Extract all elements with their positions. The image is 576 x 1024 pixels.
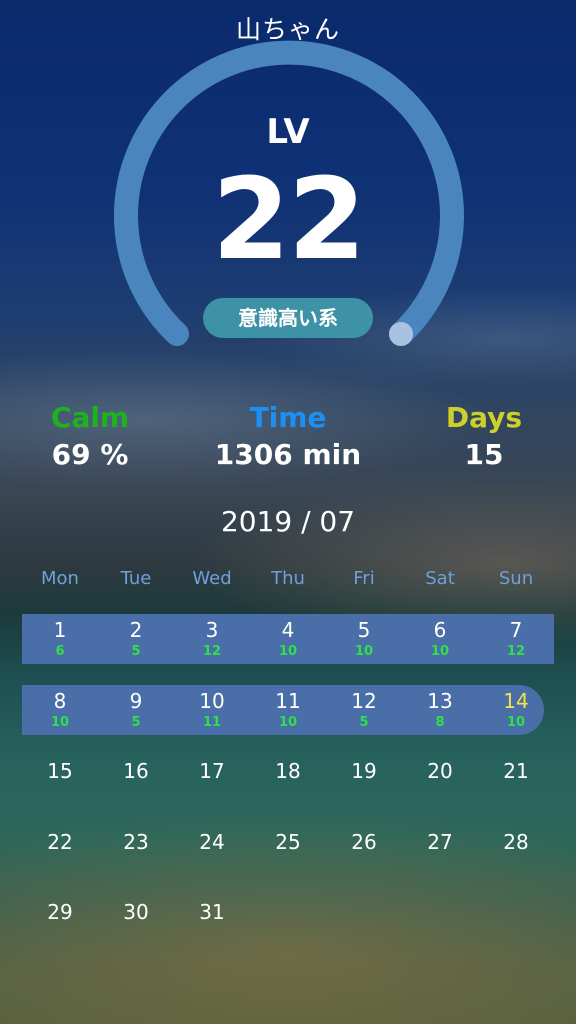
- day-number: 29: [47, 900, 73, 924]
- day-number: 23: [123, 830, 149, 854]
- day-number: 14: [503, 689, 529, 713]
- calendar-day[interactable]: 27: [402, 826, 478, 876]
- session-count: 12: [202, 644, 222, 659]
- day-number: 24: [199, 830, 225, 854]
- calendar-day[interactable]: 23: [98, 826, 174, 876]
- calendar-day[interactable]: 16: [22, 614, 98, 664]
- day-number: 28: [503, 830, 529, 854]
- day-number: 31: [199, 900, 225, 924]
- session-count: 8: [435, 715, 445, 730]
- time-value: 1306 min: [214, 438, 362, 471]
- day-number: 9: [129, 689, 143, 713]
- days-stat: Days 15: [394, 400, 574, 474]
- weekday-sat: Sat: [425, 568, 455, 589]
- calendar-day[interactable]: 30: [98, 896, 174, 946]
- session-count: 5: [131, 715, 141, 730]
- session-count: 10: [50, 715, 70, 730]
- calendar-day[interactable]: 26: [326, 826, 402, 876]
- calendar-day[interactable]: 11 10: [250, 685, 326, 735]
- day-number: 5: [357, 618, 371, 642]
- weekday-mon: Mon: [41, 568, 79, 589]
- session-count: 12: [506, 644, 526, 659]
- calm-label: Calm: [50, 401, 130, 434]
- day-number: 22: [47, 830, 73, 854]
- calendar-day[interactable]: 3 12: [174, 614, 250, 664]
- weekday-sun: Sun: [498, 568, 534, 589]
- calendar-day[interactable]: 18: [250, 755, 326, 805]
- calendar-day[interactable]: 28: [478, 826, 554, 876]
- calendar-day[interactable]: 19: [326, 755, 402, 805]
- day-number: 12: [351, 689, 377, 713]
- gauge-progress-knob: [389, 322, 413, 346]
- calendar-day[interactable]: 10 11: [174, 685, 250, 735]
- days-label: Days: [445, 401, 523, 434]
- day-number: 4: [281, 618, 295, 642]
- day-number: 6: [433, 618, 447, 642]
- calendar-day[interactable]: 21: [478, 755, 554, 805]
- day-number: 26: [351, 830, 377, 854]
- day-number: 17: [199, 759, 225, 783]
- calendar-day[interactable]: 13 8: [402, 685, 478, 735]
- calm-stat: Calm 69 %: [0, 400, 180, 474]
- calendar-day[interactable]: 17: [174, 755, 250, 805]
- day-number: 20: [427, 759, 453, 783]
- day-number: 25: [275, 830, 301, 854]
- day-number: 10: [199, 689, 225, 713]
- calendar-day[interactable]: 12 5: [326, 685, 402, 735]
- calendar-day[interactable]: 6 10: [402, 614, 478, 664]
- level-value: 22: [212, 155, 366, 285]
- time-stat: Time 1306 min: [198, 400, 378, 474]
- session-count: 11: [202, 715, 222, 730]
- calendar-day[interactable]: 25: [250, 826, 326, 876]
- calendar-day[interactable]: 24: [174, 826, 250, 876]
- session-count: 10: [430, 644, 450, 659]
- day-number: 27: [427, 830, 453, 854]
- calendar-day-today[interactable]: 14 10: [478, 685, 554, 735]
- day-number: 30: [123, 900, 149, 924]
- weekday-tue: Tue: [120, 568, 152, 589]
- day-number: 15: [47, 759, 73, 783]
- session-count: 5: [359, 715, 369, 730]
- calendar-day[interactable]: 4 10: [250, 614, 326, 664]
- day-number: 13: [427, 689, 453, 713]
- day-number: 11: [275, 689, 301, 713]
- calm-value: 69 %: [51, 438, 129, 471]
- day-number: 21: [503, 759, 529, 783]
- day-number: 3: [205, 618, 219, 642]
- day-number: 2: [129, 618, 143, 642]
- day-number: 19: [351, 759, 377, 783]
- days-value: 15: [464, 438, 504, 471]
- calendar-day[interactable]: 15: [22, 755, 98, 805]
- rank-badge[interactable]: 意識高い系: [203, 298, 373, 338]
- day-number: 1: [53, 618, 67, 642]
- calendar-day[interactable]: 95: [98, 685, 174, 735]
- calendar-day[interactable]: 22: [22, 826, 98, 876]
- weekday-thu: Thu: [271, 568, 305, 589]
- weekday-wed: Wed: [192, 568, 232, 589]
- session-count: 6: [55, 644, 65, 659]
- session-count: 5: [131, 644, 141, 659]
- day-number: 8: [53, 689, 67, 713]
- calendar-month-label[interactable]: 2019 / 07: [0, 505, 576, 538]
- day-number: 7: [509, 618, 523, 642]
- level-label: LV: [266, 112, 310, 152]
- calendar-day[interactable]: 7 12: [478, 614, 554, 664]
- session-count: 10: [506, 715, 526, 730]
- day-number: 18: [275, 759, 301, 783]
- weekday-header: Mon Tue Wed Thu Fri Sat Sun: [22, 568, 554, 596]
- session-count: 10: [278, 644, 298, 659]
- calendar-day[interactable]: 25: [98, 614, 174, 664]
- calendar-day[interactable]: 16: [98, 755, 174, 805]
- session-count: 10: [278, 715, 298, 730]
- session-count: 10: [354, 644, 374, 659]
- calendar-day[interactable]: 29: [22, 896, 98, 946]
- day-number: 16: [123, 759, 149, 783]
- calendar-day[interactable]: 5 10: [326, 614, 402, 664]
- calendar-day[interactable]: 20: [402, 755, 478, 805]
- weekday-fri: Fri: [353, 568, 375, 589]
- time-label: Time: [249, 401, 327, 434]
- calendar-day[interactable]: 31: [174, 896, 250, 946]
- calendar-day[interactable]: 8 10: [22, 685, 98, 735]
